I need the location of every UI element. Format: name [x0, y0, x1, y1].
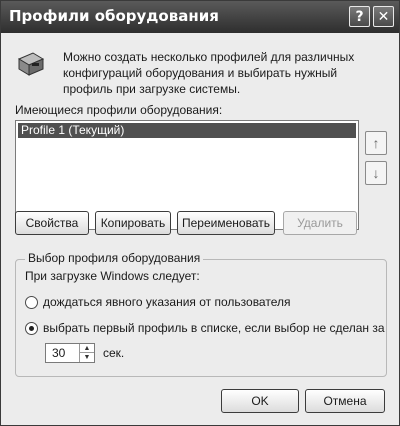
ok-button[interactable]: OK	[221, 389, 299, 413]
copy-button[interactable]: Копировать	[95, 211, 171, 235]
spin-buttons: ▲ ▼	[79, 344, 94, 362]
rename-button[interactable]: Переименовать	[177, 211, 275, 235]
computer-hardware-icon	[17, 52, 45, 76]
radio-button-checked[interactable]	[25, 322, 38, 335]
radio-button[interactable]	[25, 296, 38, 309]
spin-down-icon[interactable]: ▼	[80, 353, 94, 362]
hardware-profiles-dialog: Профили оборудования ? ✕ Можно создать н…	[0, 0, 400, 426]
cancel-button[interactable]: Отмена	[305, 389, 385, 413]
delete-button[interactable]: Удалить	[283, 211, 357, 235]
timeout-spinbox[interactable]: 30 ▲ ▼	[45, 343, 95, 363]
window-title: Профили оборудования	[9, 7, 219, 25]
dialog-content: Можно создать несколько профилей для раз…	[1, 33, 399, 425]
radio-first-label: выбрать первый профиль в списке, если вы…	[43, 321, 385, 335]
close-button[interactable]: ✕	[373, 6, 394, 27]
profile-list-item[interactable]: Profile 1 (Текущий)	[18, 123, 356, 138]
move-up-button[interactable]: ↑	[365, 131, 387, 155]
radio-wait-label: дождаться явного указания от пользовател…	[43, 295, 291, 309]
info-description: Можно создать несколько профилей для раз…	[63, 50, 355, 96]
properties-button[interactable]: Свойства	[15, 211, 89, 235]
spin-up-icon[interactable]: ▲	[80, 344, 94, 353]
profile-selection-group-title: Выбор профиля оборудования	[25, 251, 204, 265]
boot-behavior-label: При загрузке Windows следует:	[25, 269, 200, 283]
move-down-button[interactable]: ↓	[365, 161, 387, 185]
title-bar[interactable]: Профили оборудования ? ✕	[1, 1, 399, 33]
profiles-list-label: Имеющиеся профили оборудования:	[15, 103, 223, 117]
timeout-unit-label: сек.	[103, 346, 125, 360]
timeout-value[interactable]: 30	[52, 346, 65, 360]
help-button[interactable]: ?	[349, 6, 370, 27]
